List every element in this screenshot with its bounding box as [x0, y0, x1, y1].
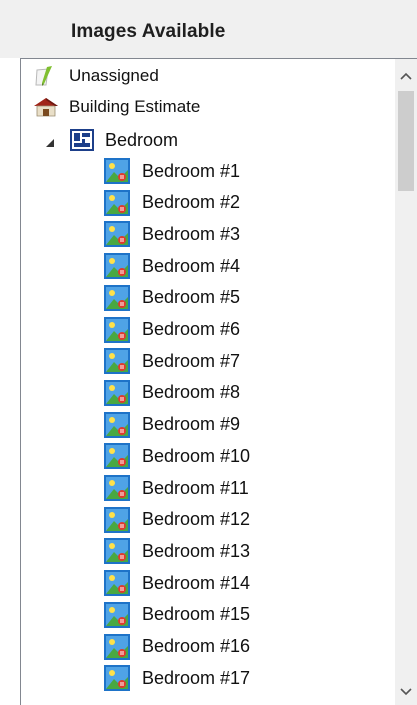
tree-item-bedroom-child[interactable]: Bedroom #7	[104, 347, 240, 375]
tree-item-bedroom-group[interactable]: Bedroom	[45, 125, 178, 155]
expand-triangle-icon[interactable]	[45, 135, 55, 147]
tree-item-bedroom-child[interactable]: Bedroom #13	[104, 537, 250, 565]
panel-header: Images Available	[0, 0, 417, 58]
tree-item-unassigned[interactable]: Unassigned	[33, 61, 159, 91]
tree-item-bedroom-child[interactable]: Bedroom #8	[104, 379, 240, 407]
tree-item-bedroom-child[interactable]: Bedroom #1	[104, 157, 240, 185]
tree-item-label: Bedroom #17	[142, 667, 251, 688]
tree-item-label: Bedroom #10	[142, 445, 251, 466]
tree-item-bedroom-child[interactable]: Bedroom #3	[104, 220, 240, 248]
image-icon	[104, 475, 130, 501]
tree-item-bedroom-child[interactable]: Bedroom #6	[104, 316, 240, 344]
tree-item-bedroom-child[interactable]: Bedroom #11	[104, 474, 249, 502]
tree-item-label: Bedroom #16	[142, 636, 251, 656]
image-icon	[104, 348, 130, 375]
image-icon	[104, 411, 130, 438]
chevron-down-icon	[400, 683, 412, 701]
image-icon	[104, 189, 130, 216]
panel-title: Images Available	[71, 21, 226, 42]
tree-item-bedroom-child[interactable]: Bedroom #14	[104, 569, 250, 597]
image-icon	[104, 284, 130, 311]
image-tree[interactable]: Unassigned Building Estimate Bedroom Bed…	[20, 58, 417, 705]
tree-item-label: Bedroom #15	[142, 604, 251, 625]
image-icon	[104, 601, 130, 628]
image-icon	[104, 253, 130, 280]
tree-item-label: Bedroom #14	[142, 572, 251, 593]
tree-item-label: Bedroom #7	[142, 350, 241, 371]
tree-item-bedroom-child[interactable]: Bedroom #10	[104, 442, 250, 470]
tree-item-bedroom-child[interactable]: Bedroom #9	[104, 411, 240, 439]
tree-item-bedroom-child[interactable]: Bedroom #2	[104, 189, 240, 217]
house-icon	[33, 95, 59, 119]
scroll-up-button[interactable]	[395, 65, 417, 87]
image-icon	[104, 506, 130, 533]
tree-item-label: Unassigned	[69, 66, 159, 85]
tree-item-label: Bedroom #11	[142, 477, 249, 498]
image-icon	[104, 158, 130, 184]
image-icon	[104, 316, 130, 343]
tree-item-label: Bedroom #12	[142, 509, 251, 530]
tree-item-label: Bedroom #2	[142, 192, 241, 213]
tree-item-label: Bedroom #3	[142, 223, 241, 244]
image-icon	[104, 570, 130, 597]
scrollbar-thumb[interactable]	[398, 91, 414, 191]
tree-item-bedroom-child[interactable]: Bedroom #4	[104, 252, 240, 280]
tree-item-bedroom-child[interactable]: Bedroom #17	[104, 664, 250, 692]
image-icon	[104, 379, 130, 406]
image-icon	[104, 633, 130, 660]
images-available-panel: Images Available Unassigned Building Est…	[0, 0, 417, 705]
tree-item-label: Bedroom #4	[142, 255, 241, 276]
image-icon	[104, 221, 130, 248]
tree-item-bedroom-child[interactable]: Bedroom #15	[104, 601, 250, 629]
tree-item-label: Building Estimate	[69, 97, 201, 116]
tree-item-label: Bedroom #8	[142, 382, 241, 403]
chevron-up-icon	[400, 67, 412, 85]
tree-item-label: Bedroom #5	[142, 287, 241, 308]
image-icon	[104, 443, 130, 470]
image-icon	[104, 538, 130, 565]
tree-item-label: Bedroom #6	[142, 319, 241, 339]
tree-item-bedroom-child[interactable]: Bedroom #5	[104, 284, 240, 312]
scroll-down-button[interactable]	[395, 681, 417, 703]
floor-plan-icon	[69, 128, 95, 152]
tree-item-bedroom-child[interactable]: Bedroom #16	[104, 633, 250, 661]
image-icon	[104, 665, 130, 692]
tree-item-label: Bedroom #1	[142, 160, 241, 181]
tree-item-label: Bedroom #9	[142, 414, 241, 435]
tree-item-bedroom-child[interactable]: Bedroom #12	[104, 506, 250, 534]
tree-item-building-estimate[interactable]: Building Estimate	[33, 92, 200, 122]
note-pencil-icon	[33, 64, 57, 88]
vertical-scrollbar[interactable]	[395, 59, 417, 705]
tree-group-label: Bedroom	[105, 129, 179, 150]
tree-item-label: Bedroom #13	[142, 540, 251, 561]
